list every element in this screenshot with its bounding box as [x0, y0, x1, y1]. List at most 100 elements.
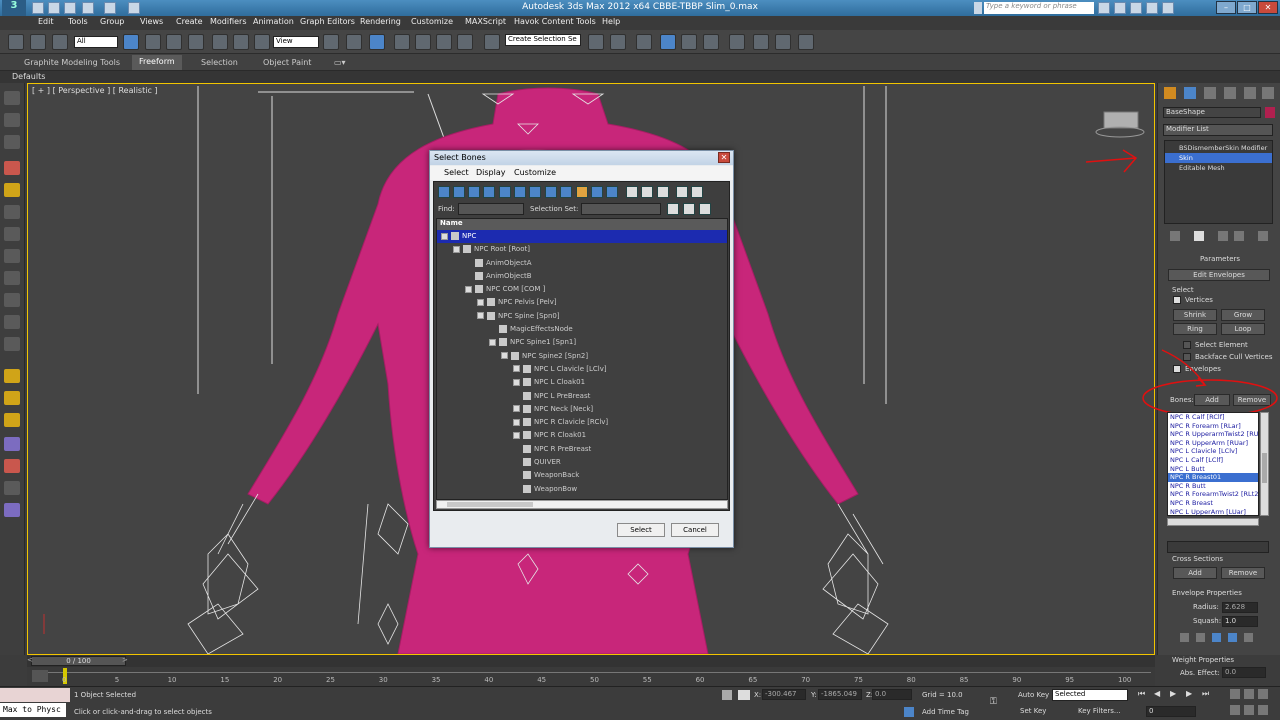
tree-row[interactable]: NPC Spine2 [Spn2] — [437, 350, 727, 363]
menu-rendering[interactable]: Rendering — [360, 17, 401, 26]
object-color-swatch[interactable] — [1265, 107, 1275, 118]
add-time-tag-button[interactable]: Add Time Tag — [922, 708, 969, 716]
collapse-icon[interactable] — [513, 378, 520, 386]
motion-tab-icon[interactable] — [1224, 87, 1236, 99]
maxscript-mini-listener[interactable]: Max to Physc — [0, 703, 66, 717]
remove-modifier-icon[interactable] — [1234, 231, 1244, 241]
tree-row[interactable]: NPC R PreBreast — [437, 443, 727, 456]
snaps-toggle-icon[interactable] — [394, 34, 410, 50]
collapse-icon[interactable] — [513, 431, 520, 439]
z-coordinate-field[interactable]: 0.0 — [872, 689, 912, 700]
reference-coordinate-dropdown[interactable]: View — [273, 36, 319, 48]
bone-list-item[interactable]: NPC R Breast — [1168, 499, 1258, 508]
close-button[interactable]: ✕ — [1258, 1, 1278, 14]
tree-row[interactable]: AnimObjectA — [437, 257, 727, 270]
tree-row[interactable]: MagicEffectsNode — [437, 323, 727, 336]
left-tool-icon-12[interactable] — [4, 337, 20, 351]
abs-effect-spinner[interactable]: 0.0 — [1222, 667, 1266, 678]
bone-list-item[interactable]: NPC R Forearm [RLar] — [1168, 422, 1258, 431]
menu-views[interactable]: Views — [140, 17, 163, 26]
tree-row[interactable]: NPC Spine [Spn0] — [437, 310, 727, 323]
left-tool-icon-17[interactable] — [4, 459, 20, 473]
parameters-rollout-title[interactable]: Parameters — [1200, 255, 1240, 263]
bone-tree[interactable]: Name NPC NPC Root [Root] AnimObjectA AnimOb… — [436, 218, 728, 500]
filter-options-icon[interactable] — [691, 186, 703, 198]
bone-list-item[interactable]: NPC R UpperarmTwist2 [RUt — [1168, 430, 1258, 439]
menu-help[interactable]: Help — [602, 17, 620, 26]
help-icon[interactable] — [1162, 2, 1174, 14]
display-geometry-icon[interactable] — [483, 186, 495, 198]
left-tool-icon-10[interactable] — [4, 293, 20, 307]
show-end-result-icon[interactable] — [1194, 231, 1204, 241]
collapse-icon[interactable] — [441, 232, 448, 240]
selection-lock-icon[interactable] — [722, 690, 732, 700]
open-file-icon[interactable] — [48, 2, 60, 14]
rendered-frame-window-icon[interactable] — [775, 34, 791, 50]
bone-list-item[interactable]: NPC L Calf [LClf] — [1168, 456, 1258, 465]
previous-frame-icon[interactable]: ◀ — [1154, 689, 1160, 698]
maximize-button[interactable]: □ — [1237, 1, 1257, 14]
display-spacewarps-icon[interactable] — [560, 186, 572, 198]
left-tool-icon-4[interactable] — [4, 161, 20, 175]
bone-list-item[interactable]: NPC R Calf [RClf] — [1168, 413, 1258, 422]
find-input[interactable] — [458, 203, 524, 215]
menu-animation[interactable]: Animation — [253, 17, 294, 26]
select-object-icon[interactable] — [123, 34, 139, 50]
collapse-icon[interactable] — [513, 405, 520, 413]
bone-list-item[interactable]: NPC R Butt — [1168, 482, 1258, 491]
schematic-view-icon[interactable] — [703, 34, 719, 50]
left-tool-icon-6[interactable] — [4, 205, 20, 219]
bones-list-scroll-thumb[interactable] — [1262, 453, 1267, 483]
zoom-all-icon[interactable] — [1244, 689, 1254, 699]
create-tab-icon[interactable] — [1164, 87, 1176, 99]
collapse-icon[interactable] — [477, 312, 484, 320]
bone-list-item[interactable]: NPC R ForearmTwist2 [RLt2] — [1168, 490, 1258, 499]
tab-selection[interactable]: Selection — [201, 58, 238, 67]
select-manipulate-icon[interactable] — [346, 34, 362, 50]
bones-list-scrollbar[interactable] — [1260, 412, 1269, 516]
collapse-icon[interactable] — [513, 365, 520, 373]
stack-item-bsdismemberskin[interactable]: BSDismemberSkin Modifier — [1165, 143, 1272, 153]
viewcube-widget[interactable] — [1104, 112, 1138, 128]
tree-row[interactable]: NPC Spine1 [Spn1] — [437, 336, 727, 349]
bind-space-warp-icon[interactable] — [52, 34, 68, 50]
left-tool-icon-8[interactable] — [4, 249, 20, 263]
menu-havok-content-tools[interactable]: Havok Content Tools — [514, 17, 596, 26]
collapse-icon[interactable] — [465, 285, 472, 293]
collapse-icon[interactable] — [453, 245, 460, 253]
object-name-field[interactable]: BaseShape — [1163, 107, 1261, 118]
left-tool-icon-15[interactable] — [4, 413, 20, 427]
tree-row[interactable]: NPC COM [COM ] — [437, 283, 727, 296]
dialog-menu-select[interactable]: Select — [444, 168, 469, 177]
column-header-name[interactable]: Name — [437, 219, 727, 230]
go-to-start-icon[interactable]: ⏮ — [1138, 689, 1145, 699]
tree-row[interactable]: NPC L Cloak01 — [437, 376, 727, 389]
move-icon[interactable] — [212, 34, 228, 50]
play-icon[interactable]: ▶ — [1170, 689, 1176, 698]
cross-section-add-button[interactable]: Add — [1173, 567, 1217, 579]
cross-section-remove-button[interactable]: Remove — [1221, 567, 1265, 579]
left-tool-icon-9[interactable] — [4, 271, 20, 285]
grow-button[interactable]: Grow — [1221, 309, 1265, 321]
tree-row[interactable]: WeaponBow — [437, 483, 727, 496]
cancel-button[interactable]: Cancel — [671, 523, 719, 537]
auto-key-mode-dropdown[interactable]: Selected — [1052, 689, 1128, 701]
bones-list[interactable]: NPC R Calf [RClf] NPC R Forearm [RLar] NPC… — [1167, 412, 1259, 516]
collapse-icon[interactable] — [501, 352, 508, 360]
collapse-icon[interactable] — [489, 338, 496, 346]
collapse-icon[interactable] — [513, 418, 520, 426]
modifier-stack[interactable]: BSDismemberSkin Modifier Skin Editable M… — [1164, 140, 1273, 224]
left-tool-icon-5[interactable] — [4, 183, 20, 197]
project-folder-icon[interactable] — [128, 2, 140, 14]
defaults-label[interactable]: Defaults — [12, 72, 45, 81]
display-all-icon[interactable] — [438, 186, 450, 198]
tree-row[interactable]: AnimObjectB — [437, 270, 727, 283]
dialog-menu-customize[interactable]: Customize — [514, 168, 556, 177]
curve-editor-icon[interactable] — [681, 34, 697, 50]
bones-list-hscroll[interactable] — [1167, 518, 1259, 526]
search-icon[interactable] — [1098, 2, 1110, 14]
display-tab-icon[interactable] — [1244, 87, 1256, 99]
maxscript-mini-listener-top[interactable] — [0, 688, 70, 702]
time-next-icon[interactable]: > — [122, 656, 128, 664]
modifier-list-dropdown[interactable]: Modifier List — [1163, 124, 1273, 136]
